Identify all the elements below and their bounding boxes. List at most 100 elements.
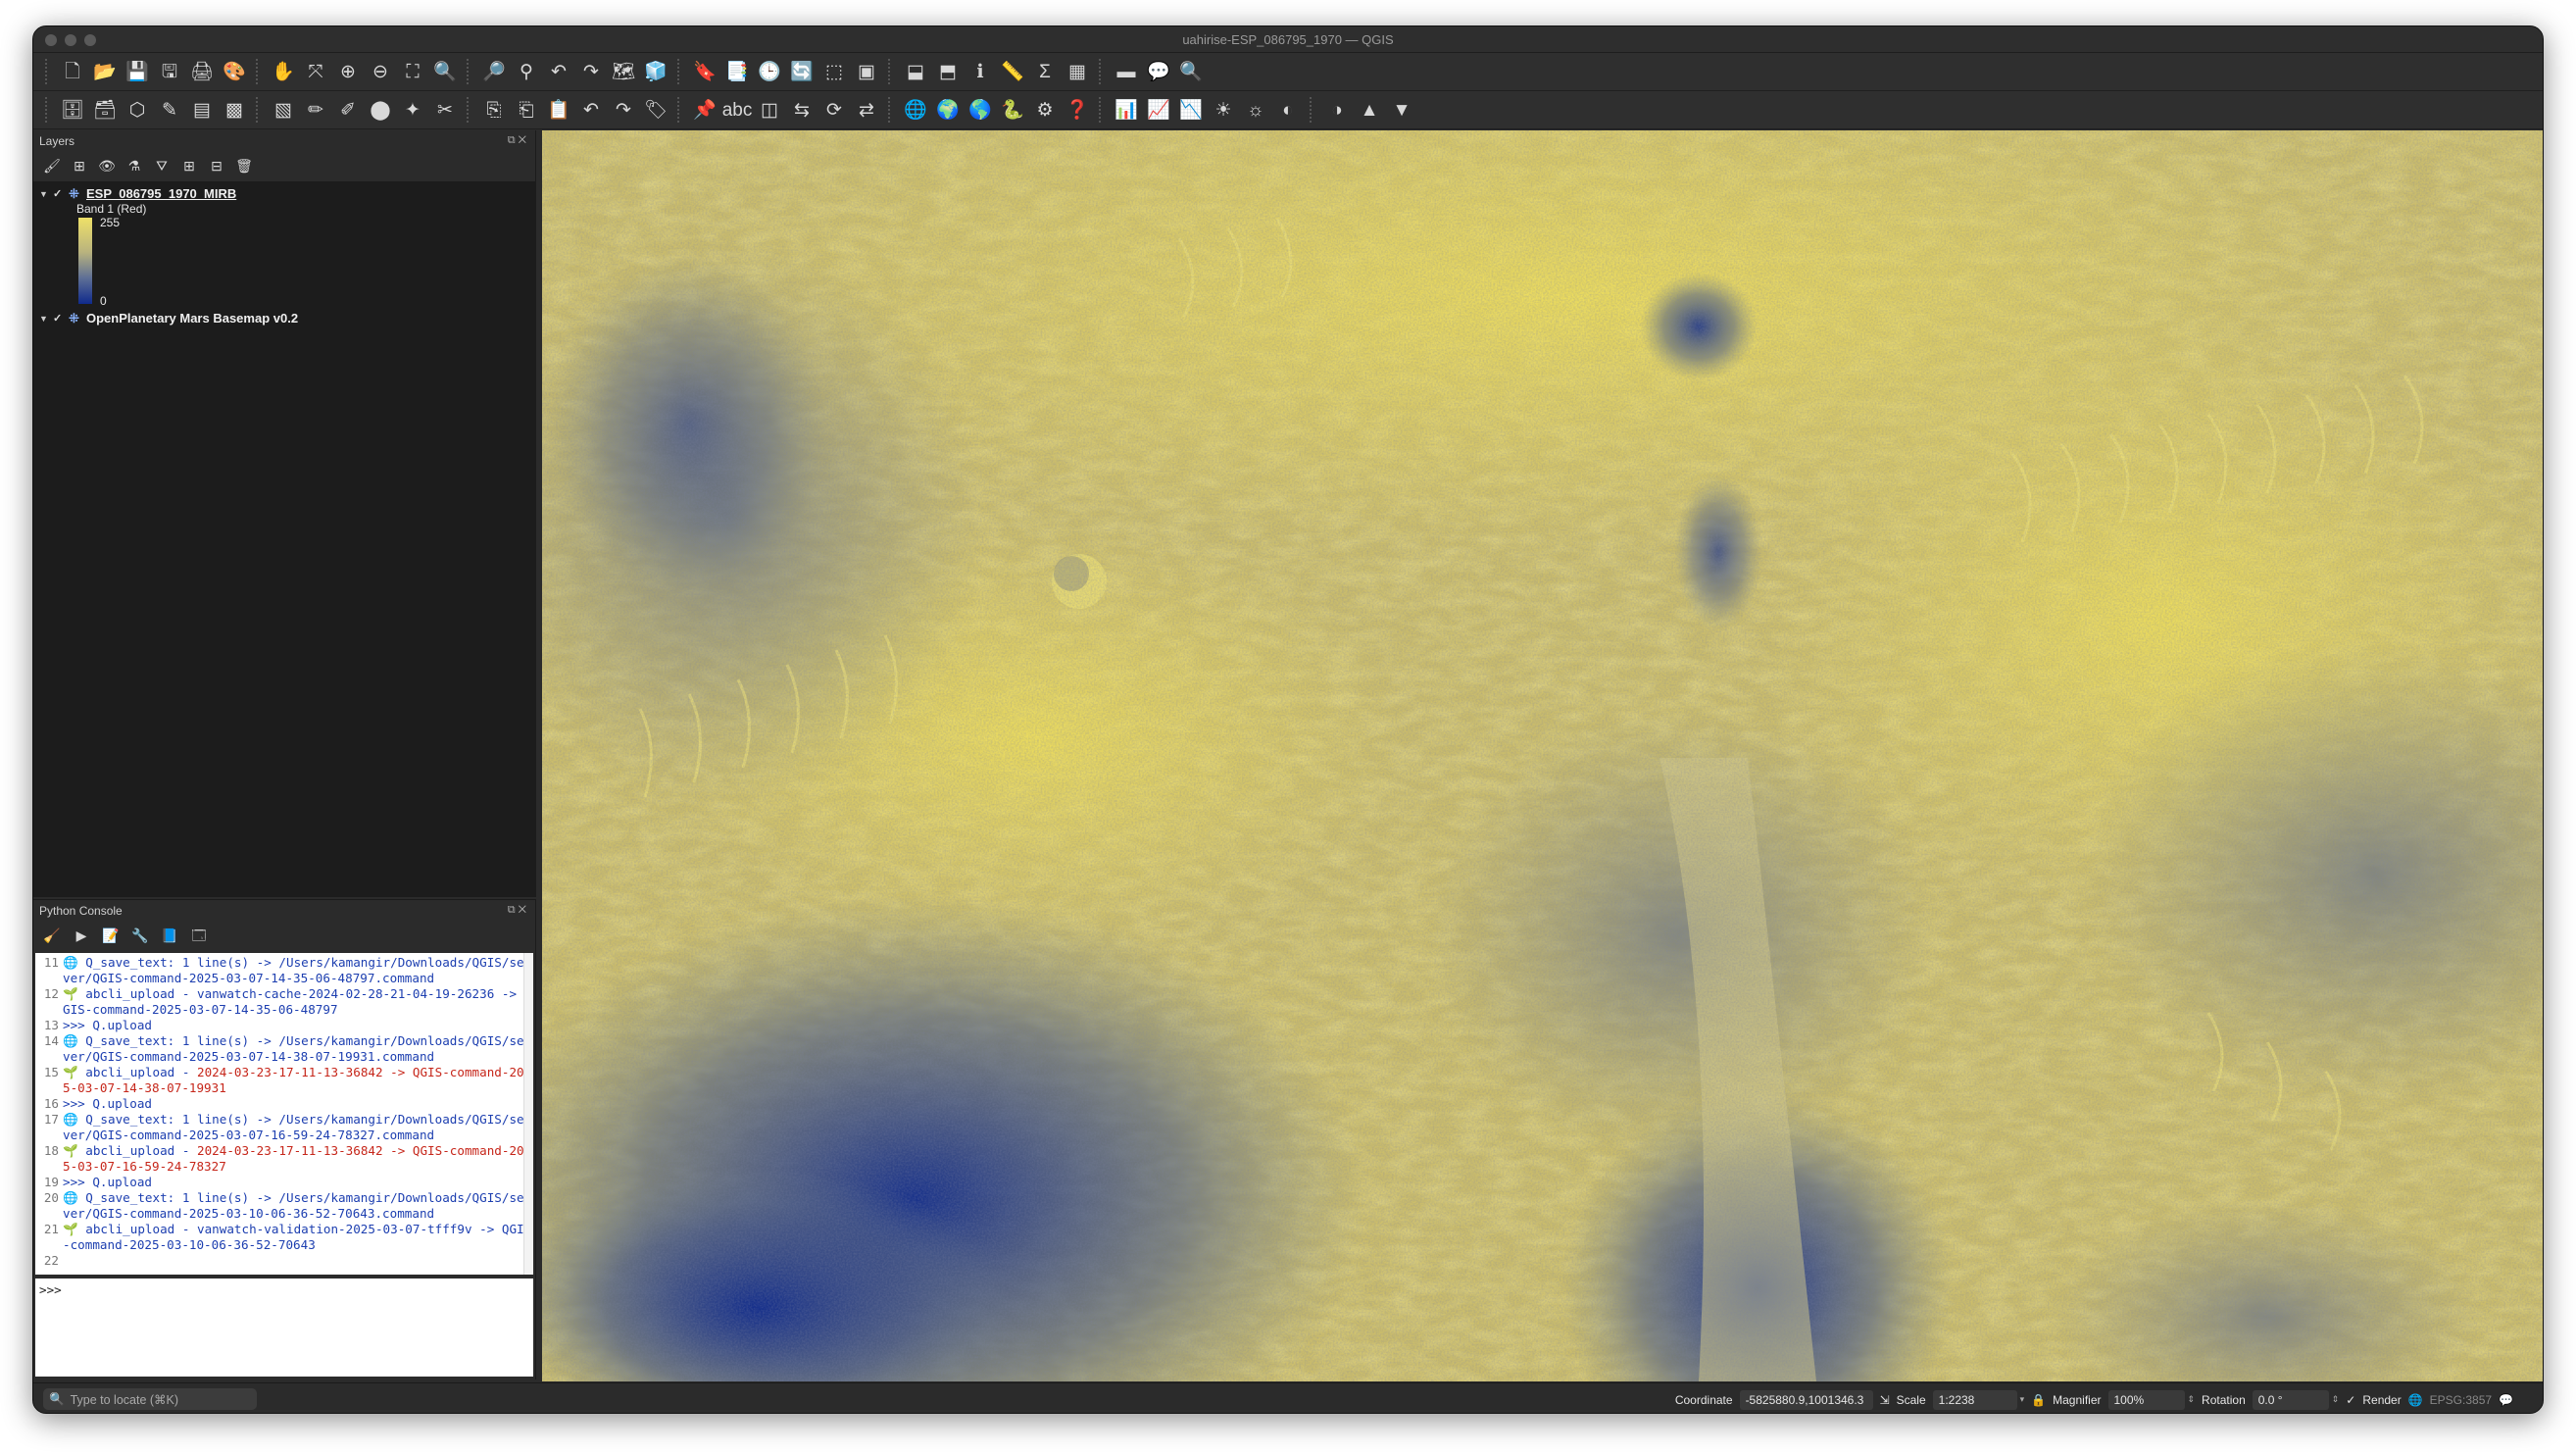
- zoom-last-icon[interactable]: ↶: [544, 57, 573, 86]
- python-icon[interactable]: 🐍: [998, 95, 1027, 125]
- redo-icon[interactable]: ↷: [609, 95, 638, 125]
- add-feature-icon[interactable]: ⬤: [366, 95, 395, 125]
- layer-row-mirb[interactable]: ▼ ✓ ⁜ ESP_086795_1970_MIRB: [33, 185, 536, 202]
- open-layer-styling-icon[interactable]: 🖌: [41, 155, 63, 176]
- collapse-arrow-icon[interactable]: ▼: [39, 189, 53, 199]
- help-icon[interactable]: 📘: [159, 925, 180, 946]
- locator-bar[interactable]: 🔍 Type to locate (⌘K): [43, 1388, 257, 1410]
- stretch-local-icon[interactable]: 📉: [1176, 95, 1206, 125]
- close-window-button[interactable]: [45, 34, 57, 46]
- extents-toggle-icon[interactable]: ⇲: [1880, 1393, 1890, 1407]
- crs-label[interactable]: EPSG:3857: [2430, 1393, 2492, 1407]
- expand-all-icon[interactable]: ⊞: [178, 155, 200, 176]
- panel-float-close-icon[interactable]: ⧉✕: [508, 134, 529, 148]
- pan-to-selection-icon[interactable]: ⤧: [301, 57, 330, 86]
- toolbar-grip[interactable]: [45, 97, 51, 123]
- increase-contrast-icon[interactable]: ◐: [1273, 95, 1303, 125]
- label-tool-icon[interactable]: 🏷: [641, 95, 670, 125]
- zoom-layer-icon[interactable]: 🔎: [479, 57, 509, 86]
- layer-visibility-checkbox[interactable]: ✓: [53, 187, 69, 200]
- refresh-icon[interactable]: 🔄: [787, 57, 817, 86]
- change-label-icon[interactable]: ⇄: [852, 95, 881, 125]
- add-mesh-icon[interactable]: ▧: [269, 95, 298, 125]
- console-output[interactable]: 11 🌐 Q_save_text: 1 line(s) -> /Users/kam…: [35, 953, 533, 1275]
- layer-name[interactable]: OpenPlanetary Mars Basemap v0.2: [86, 311, 298, 326]
- rotation-field[interactable]: 0.0 °: [2252, 1389, 2329, 1410]
- globe-search-icon[interactable]: 🌎: [966, 95, 995, 125]
- attribute-table-icon[interactable]: ▦: [1063, 57, 1092, 86]
- save-edits-icon[interactable]: ✐: [333, 95, 363, 125]
- deselect-icon[interactable]: ⬓: [901, 57, 930, 86]
- lock-scale-icon[interactable]: 🔒: [2031, 1393, 2046, 1407]
- select-features-icon[interactable]: ⬚: [819, 57, 849, 86]
- console-scrollbar[interactable]: [523, 953, 533, 1275]
- new-geopackage-icon[interactable]: 🗃: [90, 95, 120, 125]
- bookmark-icon[interactable]: 🔖: [690, 57, 719, 86]
- remove-layer-icon[interactable]: 🗑: [233, 155, 255, 176]
- magnifier-field[interactable]: 100%: [2107, 1389, 2185, 1410]
- paste-features-icon[interactable]: 📋: [544, 95, 573, 125]
- globe-icon[interactable]: 🌐: [901, 95, 930, 125]
- add-raster-icon[interactable]: ▩: [220, 95, 249, 125]
- scale-dropdown-icon[interactable]: ▾: [2020, 1394, 2025, 1405]
- undo-icon[interactable]: ↶: [576, 95, 606, 125]
- new-3d-view-icon[interactable]: 🧊: [641, 57, 670, 86]
- decrease-brightness-icon[interactable]: ☼: [1241, 95, 1270, 125]
- new-project-icon[interactable]: 🗋: [58, 57, 87, 86]
- select-value-icon[interactable]: ▣: [852, 57, 881, 86]
- add-vector-icon[interactable]: ▤: [187, 95, 217, 125]
- open-project-icon[interactable]: 📂: [90, 57, 120, 86]
- coordinate-field[interactable]: -5825880.9,1001346.3: [1739, 1389, 1873, 1410]
- histogram-icon[interactable]: 📊: [1112, 95, 1141, 125]
- gamma-up-icon[interactable]: ▲: [1355, 95, 1384, 125]
- zoom-window-button[interactable]: [84, 34, 96, 46]
- panel-float-close-icon[interactable]: ⧉✕: [508, 904, 529, 918]
- console-input[interactable]: >>>: [35, 1279, 533, 1377]
- minimize-window-button[interactable]: [65, 34, 76, 46]
- layer-row-basemap[interactable]: ▼ ✓ ⁜ OpenPlanetary Mars Basemap v0.2: [33, 310, 536, 326]
- gamma-down-icon[interactable]: ▼: [1387, 95, 1416, 125]
- dock-icon[interactable]: 🗔: [188, 925, 210, 946]
- manage-visibility-icon[interactable]: 👁: [96, 155, 118, 176]
- save-as-icon[interactable]: 🖫: [155, 57, 184, 86]
- filter-legend-icon[interactable]: ⚗: [124, 155, 145, 176]
- identify-icon[interactable]: ℹ: [966, 57, 995, 86]
- collapse-all-icon[interactable]: ⊟: [206, 155, 227, 176]
- increase-brightness-icon[interactable]: ☀: [1209, 95, 1238, 125]
- processing-icon[interactable]: ⚙: [1030, 95, 1060, 125]
- cut-features-icon[interactable]: ⎘: [479, 95, 509, 125]
- copy-features-icon[interactable]: ⎗: [512, 95, 541, 125]
- select-location-icon[interactable]: ⬒: [933, 57, 963, 86]
- messages-icon[interactable]: 💬: [2499, 1393, 2513, 1407]
- pan-icon[interactable]: ✋: [269, 57, 298, 86]
- move-label-icon[interactable]: ⇆: [787, 95, 817, 125]
- show-editor-icon[interactable]: 📝: [100, 925, 122, 946]
- zoom-next-icon[interactable]: ↷: [576, 57, 606, 86]
- locator-zoom-icon[interactable]: 🔍: [1176, 57, 1206, 86]
- show-hide-labels-icon[interactable]: ◫: [755, 95, 784, 125]
- zoom-in-icon[interactable]: ⊕: [333, 57, 363, 86]
- new-map-view-icon[interactable]: 🗺: [609, 57, 638, 86]
- rotate-label-icon[interactable]: ⟳: [819, 95, 849, 125]
- new-shapefile-icon[interactable]: ⬡: [123, 95, 152, 125]
- show-bookmarks-icon[interactable]: 📑: [722, 57, 752, 86]
- decrease-contrast-icon[interactable]: ◑: [1322, 95, 1352, 125]
- scale-field[interactable]: 1:2238: [1932, 1389, 2017, 1410]
- magnifier-stepper-icon[interactable]: ⇕: [2188, 1394, 2196, 1405]
- run-command-icon[interactable]: ▶: [71, 925, 92, 946]
- stretch-icon[interactable]: 📈: [1144, 95, 1173, 125]
- filter-expression-icon[interactable]: ⛛: [151, 155, 173, 176]
- label-abc-icon[interactable]: abc: [722, 95, 753, 125]
- digitize-icon[interactable]: ✎: [155, 95, 184, 125]
- options-icon[interactable]: 🔧: [129, 925, 151, 946]
- layer-visibility-checkbox[interactable]: ✓: [53, 312, 69, 325]
- help-icon[interactable]: ❓: [1063, 95, 1092, 125]
- map-tips-icon[interactable]: 💬: [1144, 57, 1173, 86]
- collapse-arrow-icon[interactable]: ▼: [39, 314, 53, 324]
- field-calc-icon[interactable]: ▬: [1112, 57, 1141, 86]
- zoom-out-icon[interactable]: ⊖: [366, 57, 395, 86]
- pin-labels-icon[interactable]: 📌: [690, 95, 719, 125]
- zoom-full-icon[interactable]: ⛶: [398, 57, 427, 86]
- style-manager-icon[interactable]: 🎨: [220, 57, 249, 86]
- map-canvas[interactable]: [542, 130, 2543, 1381]
